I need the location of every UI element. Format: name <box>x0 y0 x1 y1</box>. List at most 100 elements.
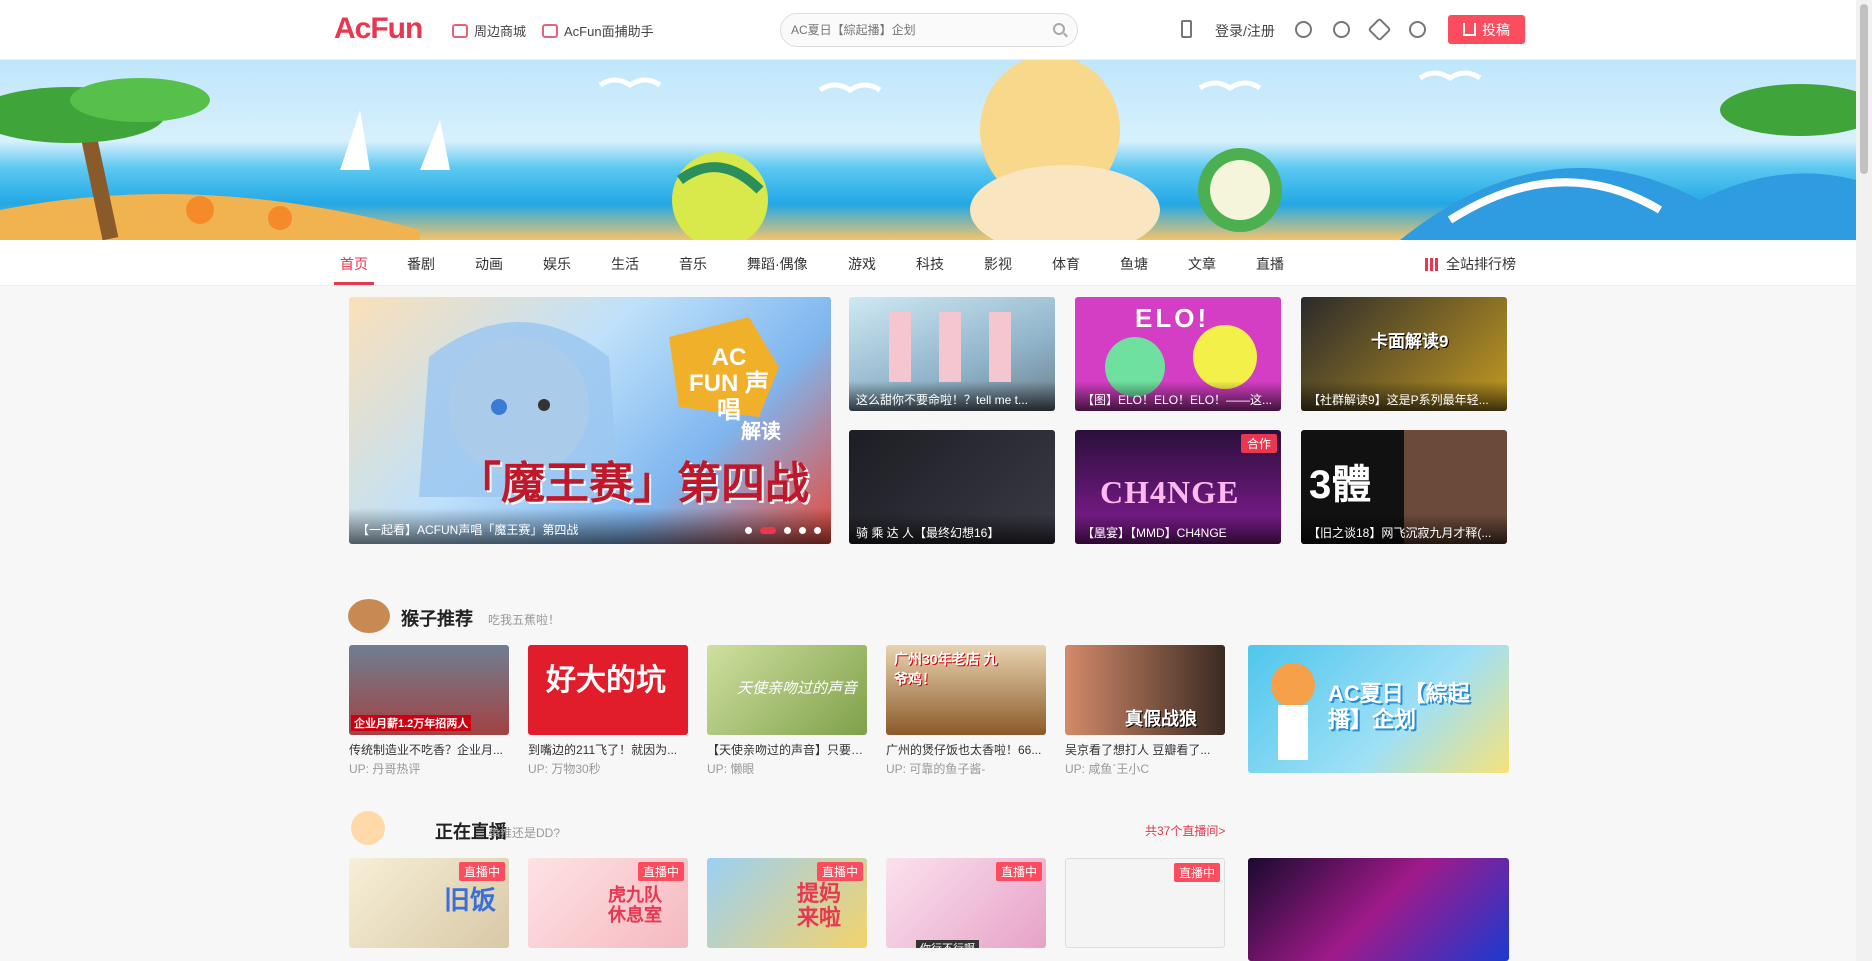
nav-dance[interactable]: 舞蹈·偶像 <box>747 254 808 274</box>
carousel-dot-active[interactable] <box>760 527 776 534</box>
live-cover: 虎九队 休息室 直播中 <box>528 858 688 948</box>
section-title: 猴子推荐 <box>401 609 473 629</box>
search-icon[interactable] <box>1053 23 1065 35</box>
video-cover: 好大的坑 <box>528 645 688 735</box>
featured-video[interactable]: 卡面解读9 【社群解读9】这是P系列最年轻... <box>1301 297 1507 411</box>
featured-video[interactable]: ELO! 【图】ELO！ELO！ELO！——这... <box>1075 297 1281 411</box>
acfun-logo[interactable]: AcFun <box>334 12 423 46</box>
carousel-dot[interactable] <box>814 527 821 534</box>
message-icon[interactable] <box>1295 21 1312 38</box>
featured-video[interactable]: CH4NGE 合作 【凰宴】【MMD】CH4NGE <box>1075 430 1281 544</box>
carousel-dot[interactable] <box>799 527 806 534</box>
history-icon[interactable] <box>1333 21 1350 38</box>
video-card[interactable]: 企业月薪1.2万年招两人 传统制造业不吃香？企业月... UP: 丹哥热评 <box>349 645 509 777</box>
video-uploader[interactable]: UP: 可靠的鱼子酱- <box>886 760 1046 777</box>
live-event-banner[interactable] <box>1248 858 1509 961</box>
video-cover: 真假战狼 <box>1065 645 1225 735</box>
upload-button-label: 投稿 <box>1482 21 1510 38</box>
nav-entertainment[interactable]: 娱乐 <box>543 254 571 274</box>
video-title: 骑 乘 达 人【最终幻想16】 <box>849 514 1055 544</box>
face-capture-link[interactable]: AcFun面捕助手 <box>542 21 654 40</box>
live-rooms-more-link[interactable]: 共37个直播间> <box>1145 822 1225 839</box>
featured-video[interactable]: 3體 【旧之谈18】网飞沉寂九月才释(... <box>1301 430 1507 544</box>
search-box <box>780 13 1078 47</box>
face-capture-link-label: AcFun面捕助手 <box>564 24 654 39</box>
video-uploader[interactable]: UP: 咸鱼`王小C <box>1065 760 1225 777</box>
upload-button[interactable]: 投稿 <box>1448 15 1525 44</box>
video-card[interactable]: 真假战狼 吴京看了想打人 豆瓣看了... UP: 咸鱼`王小C <box>1065 645 1225 777</box>
page-scrollbar[interactable] <box>1856 0 1872 961</box>
live-badge: 直播中 <box>816 862 863 881</box>
video-thumbnail-text: 3體 <box>1309 463 1372 507</box>
live-card[interactable]: 虎九队 休息室 直播中 <box>528 858 688 948</box>
video-uploader[interactable]: UP: 懒眼 <box>707 760 867 777</box>
video-title: 【社群解读9】这是P系列最年轻... <box>1301 381 1507 411</box>
collab-tag: 合作 <box>1240 434 1277 453</box>
nav-sports[interactable]: 体育 <box>1052 254 1080 274</box>
mobile-icon[interactable] <box>1181 20 1192 38</box>
live-card[interactable]: 直播中 <box>1065 858 1225 948</box>
category-nav: 首页 番剧 动画 娱乐 生活 音乐 舞蹈·偶像 游戏 科技 影视 体育 鱼塘 文… <box>0 240 1856 286</box>
login-link[interactable]: 登录/注册 <box>1215 21 1275 41</box>
nav-active-indicator <box>334 282 374 285</box>
nav-fishpond[interactable]: 鱼塘 <box>1120 254 1148 274</box>
video-title: 【旧之谈18】网飞沉寂九月才释(... <box>1301 514 1507 544</box>
video-title: 【天使亲吻过的声音】只要你... <box>707 743 867 757</box>
video-uploader[interactable]: UP: 丹哥热评 <box>349 760 509 777</box>
video-card[interactable]: 天使亲吻过的声音 【天使亲吻过的声音】只要你... UP: 懒眼 <box>707 645 867 777</box>
featured-video[interactable]: 这么甜你不要命啦！？tell me t... <box>849 297 1055 411</box>
hero-badge-sub: 解读 <box>741 421 781 443</box>
live-cover: 你行不行啊 直播中 <box>886 858 1046 948</box>
monkey-icon <box>348 599 390 633</box>
carousel-dot[interactable] <box>745 527 752 534</box>
video-cover-text: 企业月薪1.2万年招两人 <box>351 715 472 731</box>
live-cover-text: 虎九队 休息室 <box>608 885 662 925</box>
video-cover-text: 好大的坑 <box>546 664 666 697</box>
video-card[interactable]: 好大的坑 到嘴边的211飞了！就因为... UP: 万物30秒 <box>528 645 688 777</box>
live-cover-text: 你行不行啊 <box>916 940 979 948</box>
nav-anime[interactable]: 动画 <box>475 254 503 274</box>
live-cover-text: 旧饭 <box>444 885 497 915</box>
search-input[interactable] <box>781 14 1031 46</box>
nav-life[interactable]: 生活 <box>611 254 639 274</box>
nav-tech[interactable]: 科技 <box>916 254 944 274</box>
video-title: 广州的煲仔饭也太香啦！66... <box>886 743 1042 757</box>
site-ranking-link[interactable]: 全站排行榜 <box>1425 254 1516 274</box>
hero-badge: AC FUN 声唱 <box>689 344 769 424</box>
video-cover: 企业月薪1.2万年招两人 <box>349 645 509 735</box>
featured-video[interactable]: 骑 乘 达 人【最终幻想16】 <box>849 430 1055 544</box>
live-card[interactable]: 旧饭 直播中 <box>349 858 509 948</box>
video-title: 吴京看了想打人 豆瓣看了... <box>1065 743 1211 757</box>
summer-banner[interactable] <box>0 60 1856 240</box>
nav-home[interactable]: 首页 <box>340 254 368 274</box>
video-title: 这么甜你不要命啦！？tell me t... <box>849 381 1055 411</box>
nav-live[interactable]: 直播 <box>1256 254 1284 274</box>
live-cover: 提妈 来啦 直播中 <box>707 858 867 948</box>
upload-icon <box>1463 23 1476 36</box>
video-cover: 广州30年老店 九爷鸡！ <box>886 645 1046 735</box>
shop-icon <box>452 23 468 38</box>
live-badge: 直播中 <box>637 862 684 881</box>
location-icon[interactable] <box>1409 21 1426 38</box>
hero-carousel[interactable]: AC FUN 声唱 解读 「魔王赛」第四战 【一起看】ACFUN声唱「魔王赛」第… <box>349 297 831 544</box>
nav-games[interactable]: 游戏 <box>848 254 876 274</box>
nav-articles[interactable]: 文章 <box>1188 254 1216 274</box>
summer-event-ad[interactable]: AC夏日【綜起播】企划 <box>1248 645 1509 773</box>
video-cover-text: 真假战狼 <box>1125 709 1197 729</box>
live-card[interactable]: 提妈 来啦 直播中 <box>707 858 867 948</box>
nav-bangumi[interactable]: 番剧 <box>407 254 435 274</box>
favorite-icon[interactable] <box>1367 17 1392 42</box>
video-cover-text: 天使亲吻过的声音 <box>737 681 858 697</box>
scrollbar-thumb[interactable] <box>1860 4 1868 174</box>
carousel-dot[interactable] <box>784 527 791 534</box>
nav-film[interactable]: 影视 <box>984 254 1012 274</box>
live-cover-text: 提妈 来啦 <box>797 881 842 931</box>
hero-headline: 「魔王赛」第四战 <box>457 459 809 508</box>
video-uploader[interactable]: UP: 万物30秒 <box>528 760 688 777</box>
shop-link[interactable]: 周边商城 <box>452 21 526 40</box>
live-card[interactable]: 你行不行啊 直播中 <box>886 858 1046 948</box>
live-cover: 旧饭 直播中 <box>349 858 509 948</box>
nav-music[interactable]: 音乐 <box>679 254 707 274</box>
video-thumbnail-text: 卡面解读9 <box>1371 332 1449 351</box>
video-card[interactable]: 广州30年老店 九爷鸡！ 广州的煲仔饭也太香啦！66... UP: 可靠的鱼子酱… <box>886 645 1046 777</box>
